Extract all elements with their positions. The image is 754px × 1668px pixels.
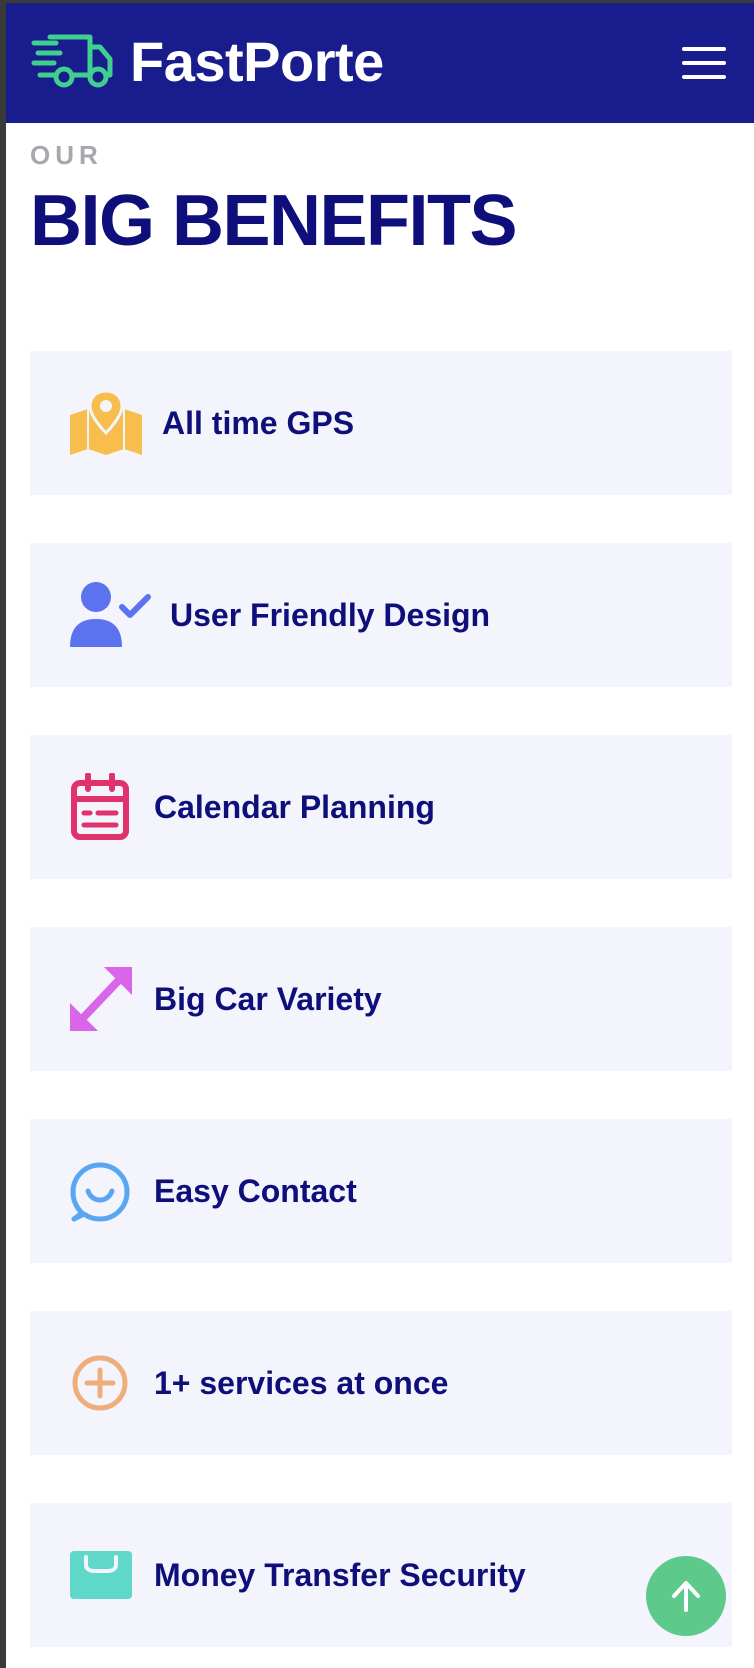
benefit-label: Big Car Variety <box>154 981 382 1017</box>
section-heading: BIG BENEFITS <box>30 181 518 261</box>
page: FastPorte OUR BIG BENEFITS All time GPS … <box>6 3 754 1668</box>
benefit-card-services[interactable]: 1+ services at once <box>30 1311 732 1455</box>
benefit-card-calendar[interactable]: Calendar Planning <box>30 735 732 879</box>
hamburger-menu-icon[interactable] <box>682 47 726 83</box>
map-pin-icon <box>70 389 142 455</box>
benefit-card-gps[interactable]: All time GPS <box>30 351 732 495</box>
arrow-up-icon <box>672 1581 700 1612</box>
benefit-card-user-friendly[interactable]: User Friendly Design <box>30 543 732 687</box>
benefit-label: Easy Contact <box>154 1173 357 1209</box>
benefit-label: 1+ services at once <box>154 1365 449 1401</box>
benefit-label: Money Transfer Security <box>154 1557 526 1593</box>
chat-bubble-icon <box>70 1162 130 1222</box>
benefit-card-contact[interactable]: Easy Contact <box>30 1119 732 1263</box>
wallet-icon <box>70 1551 132 1599</box>
benefit-card-money-security[interactable]: Money Transfer Security <box>30 1503 732 1647</box>
benefit-label: User Friendly Design <box>170 597 491 633</box>
brand-name[interactable]: FastPorte <box>130 27 384 97</box>
scroll-to-top-button[interactable] <box>646 1556 726 1636</box>
benefit-card-car-variety[interactable]: Big Car Variety <box>30 927 732 1071</box>
delivery-truck-icon <box>31 34 113 88</box>
benefit-label: All time GPS <box>162 405 355 441</box>
expand-arrows-icon <box>70 967 132 1031</box>
calendar-icon <box>71 773 129 840</box>
section-eyebrow: OUR <box>30 140 103 170</box>
plus-circle-icon <box>72 1355 128 1411</box>
site-header: FastPorte <box>6 3 754 123</box>
benefit-label: Calendar Planning <box>154 789 435 825</box>
user-check-icon <box>70 582 151 647</box>
